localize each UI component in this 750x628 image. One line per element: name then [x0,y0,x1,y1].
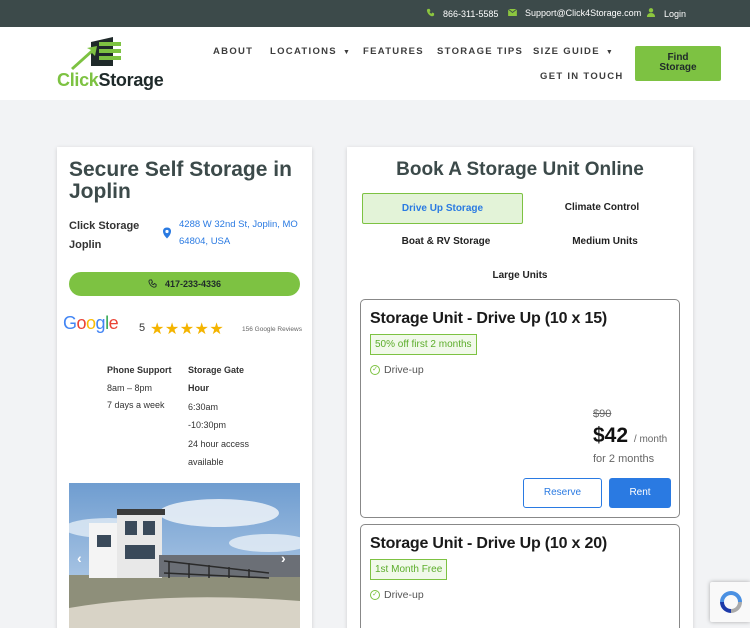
nav-locations-label: LOCATIONS [270,46,337,57]
topbar-phone-text: 866-311-5585 [443,8,499,19]
phone-support-heading: Phone Support [107,365,172,375]
review-count-link[interactable]: 156 Google Reviews [242,326,302,333]
rating-value: 5 [139,322,146,334]
booking-title: Book A Storage Unit Online [396,159,644,180]
site-logo[interactable]: ClickStorage [57,36,172,92]
unit-title: Storage Unit - Drive Up (10 x 15) [370,310,608,327]
reserve-button[interactable]: Reserve [523,478,602,508]
location-address-link[interactable]: 4288 W 32nd St, Joplin, MO 64804, USA [179,216,304,250]
tab-boat-rv-storage[interactable]: Boat & RV Storage [367,231,525,253]
phone-icon [148,278,157,290]
sale-price-amount: $42 [593,424,629,447]
phone-icon [425,8,435,19]
call-button-label: 417-233-4336 [164,279,222,289]
carousel-next-icon[interactable]: › [281,550,286,566]
promo-duration: for 2 months [593,453,655,465]
topbar-phone-link[interactable]: 866-311-5585 [425,8,498,19]
unit-card: Storage Unit - Drive Up (10 x 20) 1st Mo… [360,524,680,628]
call-location-button[interactable]: 417-233-4336 [69,272,300,296]
nav-features[interactable]: FEATURES [363,46,424,57]
nav-about[interactable]: ABOUT [213,46,253,57]
site-header: ClickStorage ABOUT LOCATIONS ▼ FEATURES S… [0,27,750,100]
tab-large-units[interactable]: Large Units [445,265,595,287]
envelope-icon [507,8,517,18]
logo-word-click: Click [57,70,99,90]
find-storage-button[interactable]: Find Storage [635,46,721,81]
nav-storage-tips[interactable]: STORAGE TIPS [437,46,523,57]
location-name: Click Storage Joplin [69,220,140,251]
rent-button[interactable]: Rent [609,478,671,508]
booking-card: Book A Storage Unit Online Drive Up Stor… [347,147,693,628]
tab-climate-control[interactable]: Climate Control [527,193,677,224]
price-period: / month [633,434,668,445]
location-title: Secure Self Storage in Joplin [69,158,292,203]
logo-wordmark: ClickStorage [57,70,164,91]
unit-feature-label: Drive-up [384,364,424,376]
location-card: Secure Self Storage in Joplin Click Stor… [57,147,312,628]
top-bar: 866-311-5585 Support@Click4Storage.com L… [0,0,750,27]
topbar-login-link[interactable]: Login [646,8,686,19]
facility-photo [69,483,300,628]
check-circle-icon: ✓ [370,590,380,600]
gate-access-note: 24 hour access available [188,439,250,467]
logo-word-storage: Storage [98,70,164,90]
phone-support-hours: 8am – 8pm [107,383,153,393]
topbar-email-link[interactable]: Support@Click4Storage.com [507,8,641,18]
nav-size-guide[interactable]: SIZE GUIDE ▼ [533,46,614,57]
recaptcha-icon [720,591,742,613]
promo-badge: 1st Month Free [370,559,448,580]
carousel-prev-icon[interactable]: ‹ [77,550,82,566]
gate-hours-heading: Storage Gate Hour [188,365,245,393]
google-logo: Google [63,313,119,333]
tab-medium-units[interactable]: Medium Units [530,231,680,253]
chevron-down-icon: ▼ [605,49,615,56]
topbar-email-text: Support@Click4Storage.com [525,8,642,18]
user-icon [646,8,656,19]
check-circle-icon: ✓ [370,365,380,375]
chevron-down-icon: ▼ [342,49,352,56]
original-price: $90 [593,408,612,420]
nav-size-guide-label: SIZE GUIDE [533,46,600,57]
star-rating-icon: ★★★★★ [150,321,225,338]
tab-drive-up-storage[interactable]: Drive Up Storage [362,193,523,224]
sale-price: $42 / month [593,424,667,448]
find-storage-line2: Storage [659,62,697,73]
nav-locations[interactable]: LOCATIONS ▼ [270,46,351,57]
unit-card: Storage Unit - Drive Up (10 x 15) 50% of… [360,299,680,518]
map-pin-icon [163,227,171,239]
facility-photo-carousel[interactable]: ‹ › [69,483,300,628]
recaptcha-badge[interactable] [710,582,750,622]
gate-hours-time: 6:30am -10:30pm [188,402,227,430]
unit-title: Storage Unit - Drive Up (10 x 20) [370,535,608,552]
topbar-login-text: Login [664,8,687,19]
unit-feature-label: Drive-up [384,589,424,601]
unit-feature: ✓ Drive-up [370,589,424,601]
unit-feature: ✓ Drive-up [370,364,424,376]
logo-mark-icon [71,37,121,70]
nav-get-in-touch[interactable]: GET IN TOUCH [540,71,624,82]
promo-badge: 50% off first 2 months [370,334,477,355]
phone-support-days: 7 days a week [107,400,165,410]
